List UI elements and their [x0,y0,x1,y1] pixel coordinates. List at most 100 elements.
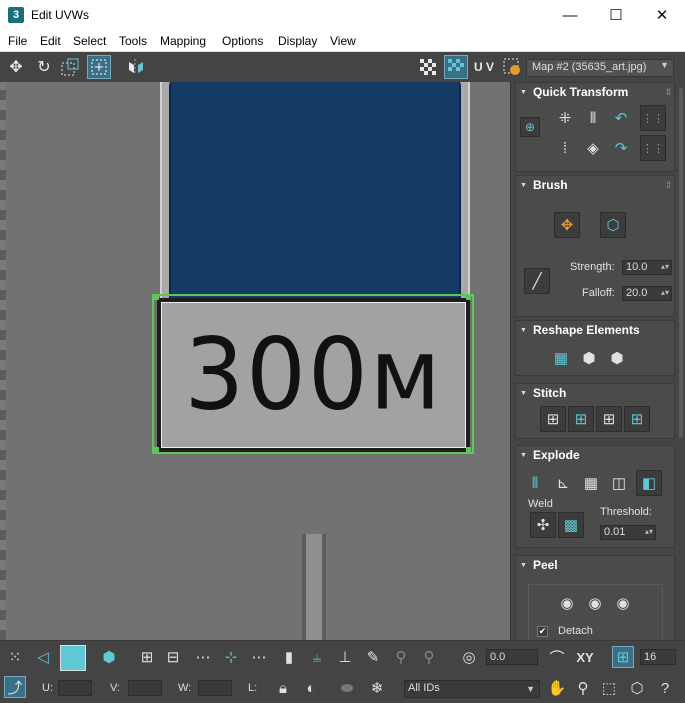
stitch-target-icon[interactable]: ⊞ [624,406,650,432]
move-icon[interactable]: ✥ [4,55,28,79]
uv-vertex[interactable] [154,295,159,300]
menu-edit[interactable]: Edit [40,34,61,48]
brush-relax-icon[interactable]: ⬡ [600,212,626,238]
absolute-offset-icon[interactable]: ⤴ [4,676,26,698]
loop-icon[interactable]: ⋯ [192,646,214,668]
settings-icon[interactable] [500,55,524,79]
relax-icon[interactable]: ⬢ [576,345,602,371]
space-horizontal-icon[interactable]: ⋮⋮ [640,105,666,131]
zoom-extents-icon[interactable]: ⬡ [626,677,648,699]
space-vertical-icon[interactable]: ⋮⋮ [640,135,666,161]
minimize-button[interactable]: — [547,0,593,30]
brush-move-icon[interactable]: ✥ [554,212,580,238]
freeze-shape-icon[interactable]: ⬬ [336,677,358,699]
strength-spinner[interactable]: 10.0 ▴▾ [622,260,672,275]
rollout-header[interactable]: ▼ Brush ⁞⁞ [516,176,674,194]
stitch-custom-icon[interactable]: ⊞ [540,406,566,432]
soft-select-icon[interactable]: ◎ [458,646,480,668]
paint-shrink-icon[interactable]: ⚲ [418,646,440,668]
menu-tools[interactable]: Tools [119,34,147,48]
break-icon[interactable]: ⫴ [522,470,548,496]
rollout-header[interactable]: ▼ Quick Transform ⁞⁞ [516,83,674,101]
rollout-header[interactable]: ▼ Explode [516,446,674,464]
pan-icon[interactable]: ✋ [546,677,568,699]
angle-spinner[interactable]: 0.0 [486,649,538,665]
menu-mapping[interactable]: Mapping [160,34,206,48]
menu-file[interactable]: File [8,34,27,48]
peel-reset-icon[interactable]: ◉ [610,590,636,616]
u-field[interactable] [58,680,92,696]
explode-all-icon[interactable]: ◧ [636,470,662,496]
relax-settings-icon[interactable]: ⬢ [604,345,630,371]
menu-select[interactable]: Select [73,34,106,48]
grow-selection-icon[interactable]: ⊞ [136,646,158,668]
vertex-mode-icon[interactable]: ⁙ [4,646,26,668]
grid-snap-icon[interactable]: ⊞ [612,646,634,668]
uv-vertex[interactable] [154,447,159,452]
uv-toggle[interactable]: U V [472,55,496,79]
xy-toggle[interactable]: XY [574,646,596,668]
loop-shrink-icon[interactable]: ⋯ [248,646,270,668]
rotate-cw-icon[interactable]: ↷ [608,135,634,161]
falloff-curve-icon[interactable]: ╱ [524,268,550,294]
mirror-icon[interactable] [124,55,148,79]
straighten-icon[interactable]: ◈ [580,135,606,161]
v-field[interactable] [128,680,162,696]
detach-edge-icon[interactable]: ⊾ [550,470,576,496]
ring-shrink-icon[interactable]: ⊥ [334,646,356,668]
close-button[interactable]: ✕ [639,0,685,30]
face-mode-icon[interactable] [60,645,86,671]
peel-quick-icon[interactable]: ◉ [554,590,580,616]
stitch-source-icon[interactable]: ⊞ [568,406,594,432]
uv-vertex[interactable] [466,295,471,300]
align-center-icon[interactable]: ⊕ [520,117,540,137]
menu-view[interactable]: View [330,34,356,48]
map-select[interactable]: Map #2 (35635_art.jpg) ▼ [526,59,674,77]
panel-scrollbar[interactable] [679,88,683,438]
snap-spinner[interactable]: 16 [640,649,676,665]
detach-checkbox[interactable]: ✔ [537,626,548,637]
checker-icon[interactable] [416,55,440,79]
material-id-select[interactable]: All IDs ▼ [404,680,540,698]
explode-faces-icon[interactable]: ▦ [578,470,604,496]
zoom-icon[interactable]: ⚲ [572,677,594,699]
loop-grow-icon[interactable]: ⊹ [220,646,242,668]
rollout-header[interactable]: ▼ Peel [516,556,674,574]
zoom-region-icon[interactable]: ⬚ [598,677,620,699]
menu-display[interactable]: Display [278,34,317,48]
w-field[interactable] [198,680,232,696]
stitch-average-icon[interactable]: ⊞ [596,406,622,432]
weld-selected-icon[interactable]: ▩ [558,512,584,538]
edge-mode-icon[interactable]: ◁ [32,646,54,668]
hide-icon[interactable]: ◐ [300,677,322,699]
scale-icon[interactable] [58,55,82,79]
uv-viewport[interactable]: 300м [0,82,510,640]
threshold-spinner[interactable]: 0.01 ▴▾ [600,525,656,540]
paint-select-icon[interactable]: ✎ [362,646,384,668]
straighten-selection-icon[interactable]: ▦ [548,345,574,371]
rotate-ccw-icon[interactable]: ↶ [608,105,634,131]
freeze-icon[interactable]: ❄ [366,677,388,699]
maximize-button[interactable]: ☐ [593,0,639,30]
peel-mode-icon[interactable]: ◉ [582,590,608,616]
align-vertical-icon[interactable]: ⦀ [580,105,606,131]
menu-options[interactable]: Options [222,34,263,48]
falloff-type-icon[interactable]: ⌒ [546,646,568,668]
align-distribute-icon[interactable]: ⁞ [552,135,578,161]
ring-icon[interactable]: ▮ [278,646,300,668]
uv-vertex[interactable] [466,447,471,452]
rotate-icon[interactable]: ↻ [32,55,56,79]
rollout-header[interactable]: ▼ Reshape Elements [516,321,674,339]
explode-smooth-icon[interactable]: ◫ [606,470,632,496]
texture-checker-icon[interactable] [444,55,468,79]
lock-icon[interactable]: 🔒︎ [272,677,294,699]
freeform-icon[interactable] [87,55,111,79]
shrink-selection-icon[interactable]: ⊟ [162,646,184,668]
align-horizontal-icon[interactable]: ⁜ [552,105,578,131]
paint-grow-icon[interactable]: ⚲ [390,646,412,668]
ring-grow-icon[interactable]: ⫨ [306,646,328,668]
help-icon[interactable]: ? [654,677,676,699]
weld-target-icon[interactable]: ✣ [530,512,556,538]
falloff-spinner[interactable]: 20.0 ▴▾ [622,286,672,301]
rollout-header[interactable]: ▼ Stitch [516,384,674,402]
